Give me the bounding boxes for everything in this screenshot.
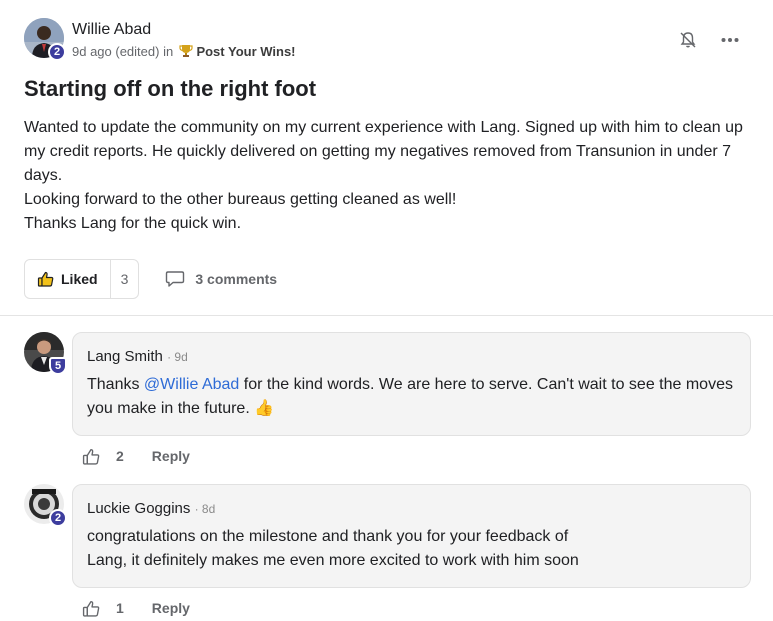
category-link[interactable]: Post Your Wins! (196, 44, 295, 59)
comment-text-line: congratulations on the milestone and tha… (87, 528, 569, 545)
reply-button[interactable]: Reply (152, 600, 190, 616)
reply-button[interactable]: Reply (152, 448, 190, 464)
thumbs-up-outline-icon[interactable] (82, 598, 102, 618)
level-badge: 2 (48, 43, 66, 61)
comment-bubble: Luckie Goggins · 8d congratulations on t… (72, 484, 751, 588)
commenter-name[interactable]: Luckie Goggins (87, 500, 190, 517)
commenter-avatar[interactable]: 5 (24, 332, 67, 375)
comment-time: · 9d (167, 350, 188, 364)
comment-text: Thanks @Willie Abad for the kind words. … (87, 373, 736, 421)
post-title: Starting off on the right foot (24, 76, 317, 101)
post-header: 2 Willie Abad 9d ago (edited) in Post Yo… (24, 18, 754, 62)
thumbs-up-outline-icon[interactable] (82, 446, 102, 466)
trophy-icon (179, 44, 193, 61)
comment-time: · 8d (194, 502, 216, 516)
comment-actions: 1 Reply (82, 598, 190, 618)
comment-text: congratulations on the milestone and tha… (87, 525, 736, 573)
mention-link[interactable]: @Willie Abad (144, 376, 239, 393)
author-avatar[interactable]: 2 (24, 18, 66, 61)
like-label: Liked (61, 271, 98, 287)
comment-like-count: 2 (116, 448, 124, 464)
bell-off-icon[interactable] (678, 30, 698, 50)
comments-label: 3 comments (195, 271, 278, 287)
divider (0, 315, 773, 316)
comment-text-part: Thanks (87, 376, 144, 393)
post-paragraph: Looking forward to the other bureaus get… (24, 191, 457, 208)
post-actions: Liked 3 3 comments (24, 259, 277, 299)
post-body: Wanted to update the community on my cur… (24, 116, 749, 236)
post-paragraph: Wanted to update the community on my cur… (24, 119, 743, 184)
commenter-avatar[interactable]: 2 (24, 484, 67, 527)
comment-text-line: Lang, it definitely makes me even more e… (87, 552, 579, 569)
post-time: 9d ago (edited) in (72, 44, 174, 59)
like-button[interactable]: Liked 3 (24, 259, 140, 299)
level-badge: 2 (49, 509, 67, 527)
commenter-name[interactable]: Lang Smith (87, 348, 163, 365)
post-paragraph: Thanks Lang for the quick win. (24, 215, 242, 232)
comment-icon (165, 270, 185, 288)
comment-like-count: 1 (116, 600, 124, 616)
level-badge: 5 (49, 357, 67, 375)
post-meta: 9d ago (edited) in Post Your Wins! (72, 44, 296, 61)
author-name[interactable]: Willie Abad (72, 21, 151, 39)
thumbs-up-filled-icon (37, 270, 55, 288)
like-count: 3 (120, 271, 129, 287)
thumbs-up-emoji: 👍 (254, 400, 275, 417)
more-options-icon[interactable] (720, 30, 740, 50)
comments-button[interactable]: 3 comments (165, 270, 277, 288)
comment-bubble: Lang Smith · 9d Thanks @Willie Abad for … (72, 332, 751, 436)
comment-actions: 2 Reply (82, 446, 190, 466)
